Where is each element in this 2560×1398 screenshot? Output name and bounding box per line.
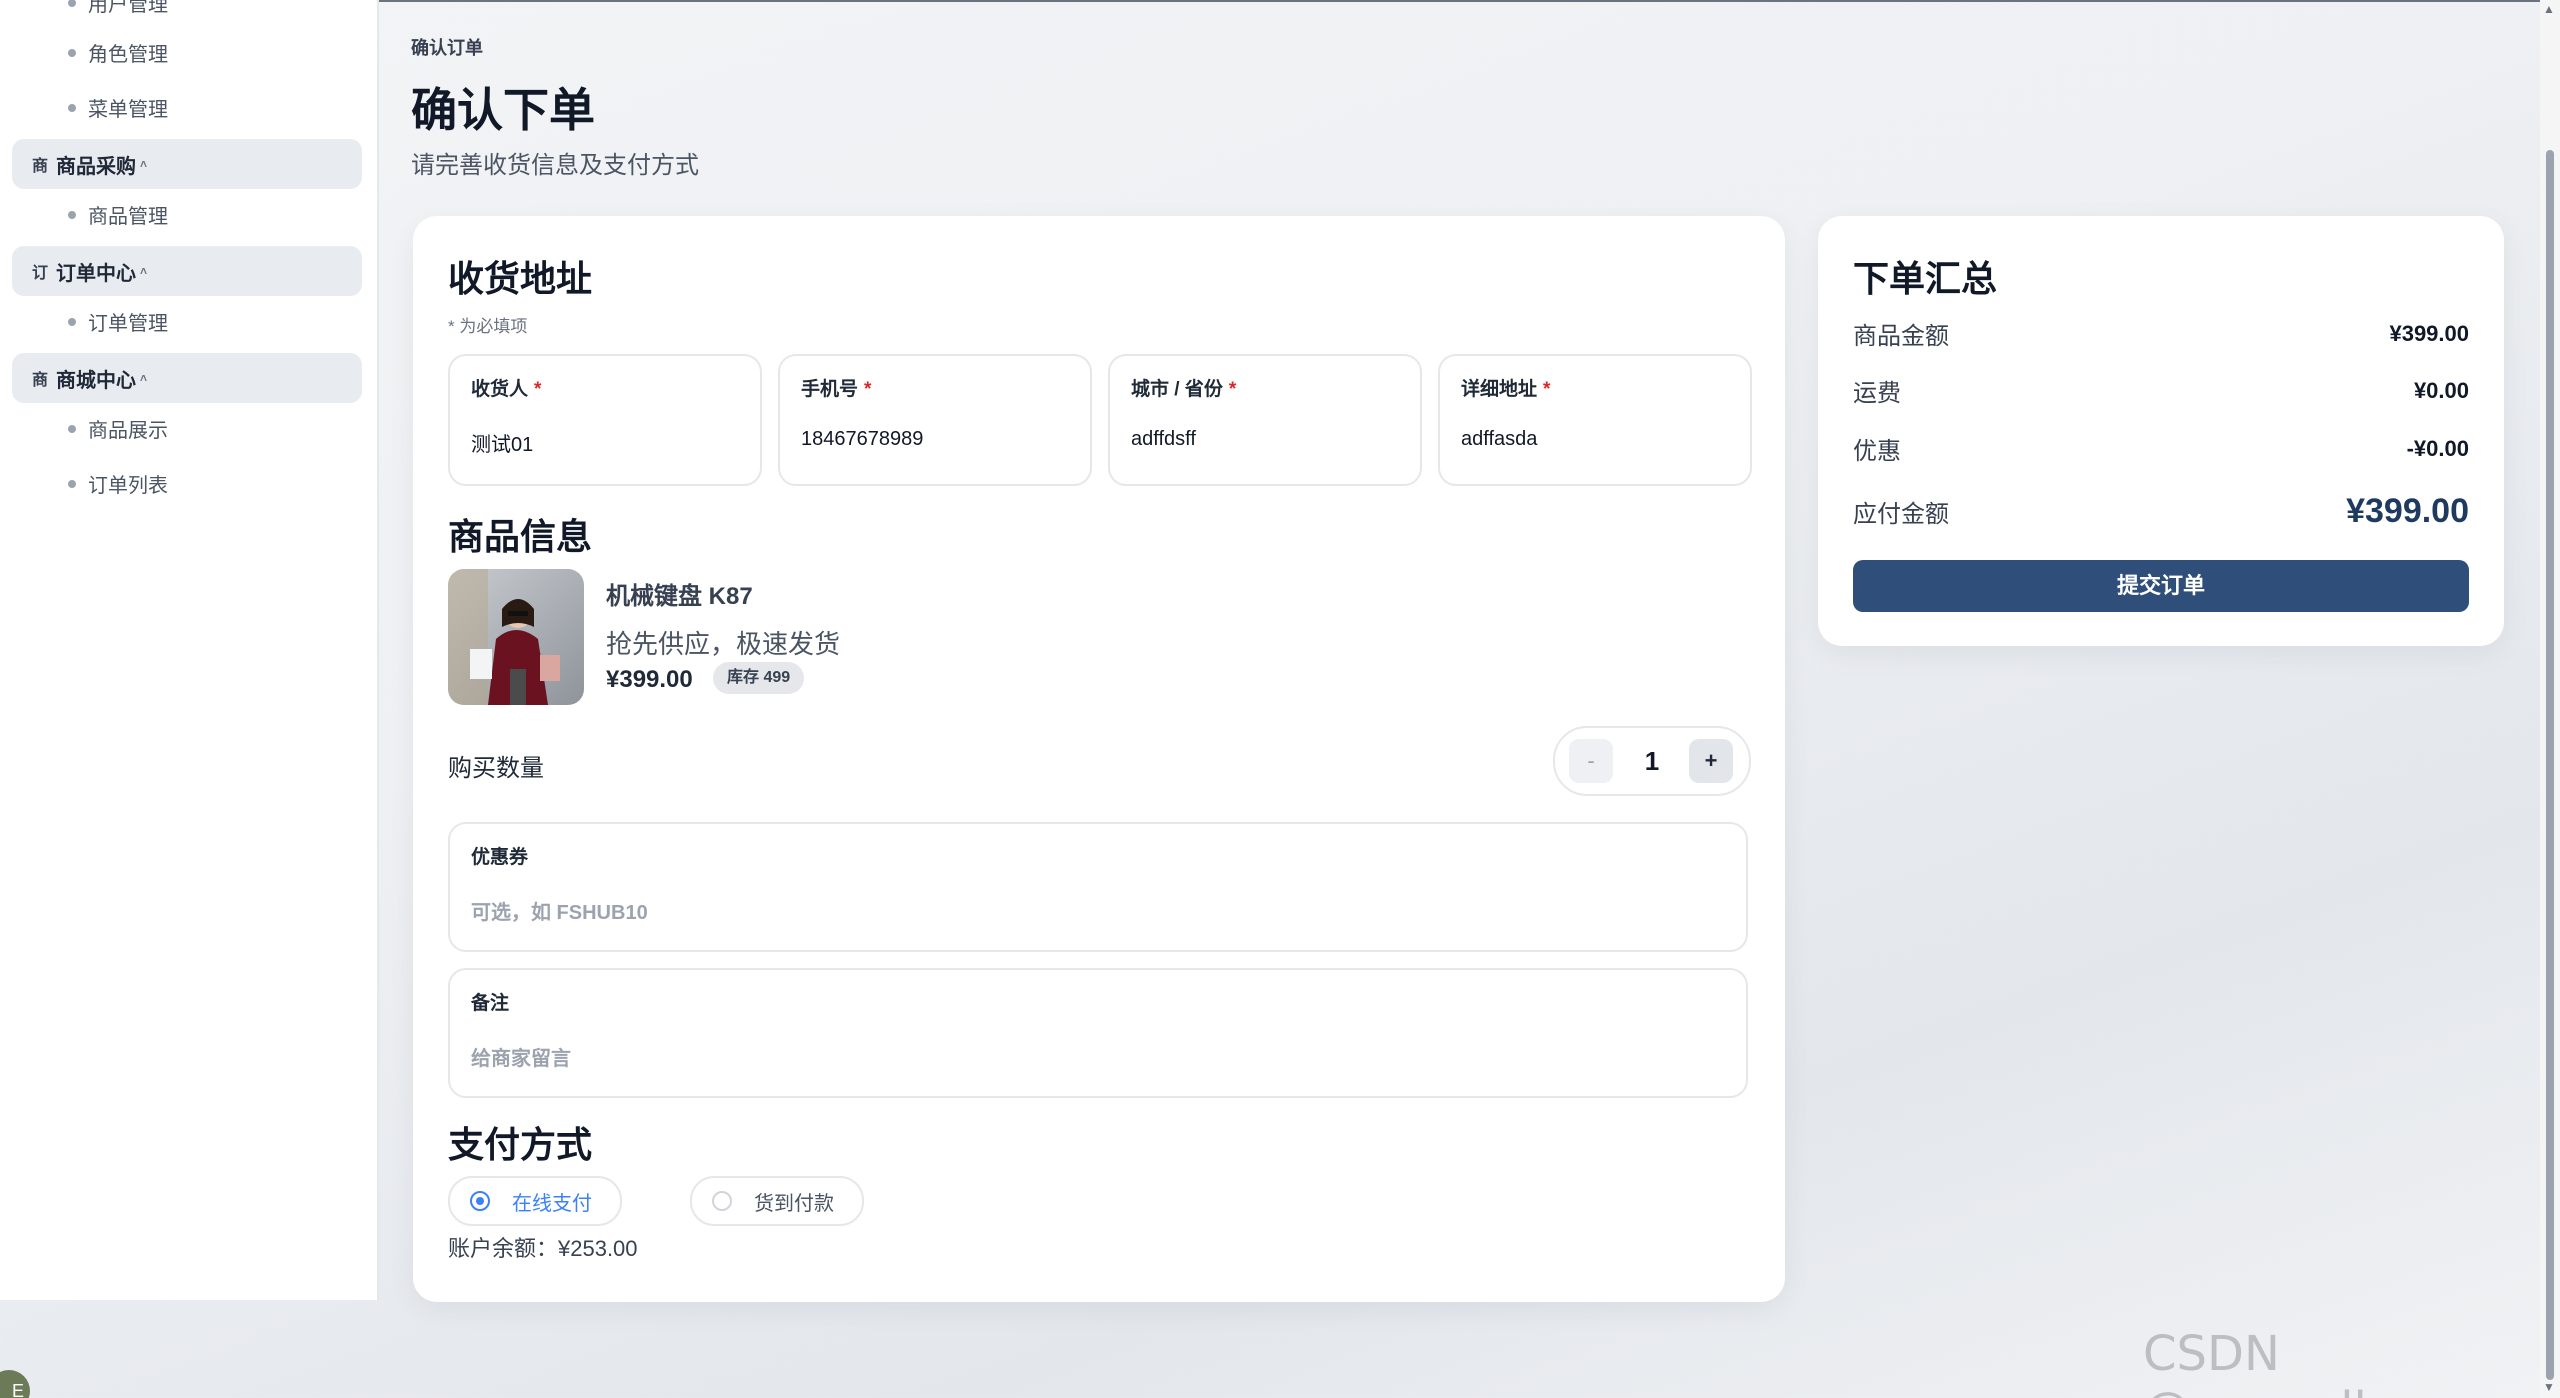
bullet-icon [68,479,76,488]
city-province-input[interactable]: adffdsff [1131,428,1196,451]
sidebar: 用户管理 角色管理 菜单管理 商 商品采购 ˄ 商品管理 订 订单中心 ˄ 订单… [0,0,379,1300]
pay-online-option[interactable]: 在线支付 [448,1176,622,1226]
window-top-border [0,0,2560,2]
required-star: * [1228,379,1237,400]
page-subtitle: 请完善收货信息及支付方式 [411,152,699,179]
summary-title: 下单汇总 [1853,258,1998,299]
sidebar-item-product-management[interactable]: 商品管理 [68,200,168,229]
sidebar-item-menu-management[interactable]: 菜单管理 [68,93,168,122]
quantity-stepper: - 1 + [1553,726,1751,796]
bullet-icon [68,424,76,433]
scroll-up-arrow-icon[interactable]: ▲ [2543,2,2555,16]
summary-row-total: 应付金额 ¥399.00 [1853,492,2469,530]
sidebar-group-mall-center[interactable]: 商 商城中心 ˄ [12,353,362,403]
page-title: 确认下单 [411,84,595,136]
summary-row-discount: 优惠 -¥0.00 [1853,435,2469,466]
required-star: * [534,379,542,400]
phone-field[interactable]: 手机号 * 18467678989 [778,354,1092,486]
group-badge-icon: 商 [32,372,49,389]
scrollbar-thumb[interactable] [2546,150,2554,1380]
sidebar-item-role-management[interactable]: 角色管理 [68,38,168,67]
product-price: ¥399.00 [606,666,693,693]
bullet-icon [68,210,76,219]
quantity-value[interactable]: 1 [1635,746,1669,777]
sidebar-item-product-showcase[interactable]: 商品展示 [68,414,168,443]
required-star: * [864,379,872,400]
product-section-title: 商品信息 [448,516,593,557]
decrease-button[interactable]: - [1569,739,1613,783]
sidebar-item-user-management[interactable]: 用户管理 [68,0,168,17]
payment-section-title: 支付方式 [448,1124,593,1165]
pay-on-delivery-option[interactable]: 货到付款 [690,1176,864,1226]
increase-button[interactable]: + [1689,739,1733,783]
breadcrumb: 确认订单 [411,38,483,58]
product-name: 机械键盘 K87 [606,583,753,610]
group-badge-icon: 订 [32,265,49,282]
total-amount: ¥399.00 [2346,492,2469,530]
quantity-label: 购买数量 [448,755,544,782]
chevron-up-icon: ˄ [140,371,148,385]
bullet-icon [68,0,76,7]
city-province-field[interactable]: 城市 / 省份 * adffdsff [1108,354,1422,486]
bullet-icon [68,317,76,326]
sidebar-item-order-management[interactable]: 订单管理 [68,307,168,336]
order-summary-card: 下单汇总 商品金额 ¥399.00 运费 ¥0.00 优惠 -¥0.00 应付金额 ¥3… [1818,216,2504,646]
required-note: * 为必填项 [448,317,528,336]
coupon-input[interactable]: 可选，如 FSHUB10 [471,896,648,925]
stock-badge: 库存 499 [713,662,805,694]
sidebar-group-order-center[interactable]: 订 订单中心 ˄ [12,246,362,296]
receiver-field[interactable]: 收货人 * 测试01 [448,354,762,486]
sidebar-item-order-list[interactable]: 订单列表 [68,469,168,498]
submit-order-button[interactable]: 提交订单 [1853,560,2469,612]
receiver-input[interactable]: 测试01 [471,428,533,457]
phone-input[interactable]: 18467678989 [801,428,923,451]
address-section-title: 收货地址 [448,258,593,299]
bullet-icon [68,103,76,112]
chevron-up-icon: ˄ [140,264,148,278]
watermark: CSDN @openallzzz [2143,1326,2442,1398]
bullet-icon [68,48,76,57]
remark-field[interactable]: 备注 给商家留言 [448,968,1748,1098]
account-balance: 账户余额：¥253.00 [448,1236,638,1261]
summary-row-goods-amount: 商品金额 ¥399.00 [1853,320,2469,351]
group-badge-icon: 商 [32,158,49,175]
avatar[interactable]: E [0,1370,30,1398]
radio-selected-icon[interactable] [470,1191,490,1211]
product-image [448,569,584,705]
chevron-up-icon: ˄ [140,157,148,171]
sidebar-group-product-purchase[interactable]: 商 商品采购 ˄ [12,139,362,189]
remark-input[interactable]: 给商家留言 [471,1042,571,1071]
coupon-field[interactable]: 优惠券 可选，如 FSHUB10 [448,822,1748,952]
detail-address-field[interactable]: 详细地址 * adffasda [1438,354,1752,486]
order-form-card: 收货地址 * 为必填项 收货人 * 测试01 手机号 * 18467678989 城… [413,216,1785,1302]
required-star: * [1543,379,1551,400]
summary-row-shipping: 运费 ¥0.00 [1853,377,2469,408]
detail-address-input[interactable]: adffasda [1461,428,1537,451]
product-description: 抢先供应，极速发货 [606,629,841,659]
radio-unselected-icon[interactable] [712,1191,732,1211]
